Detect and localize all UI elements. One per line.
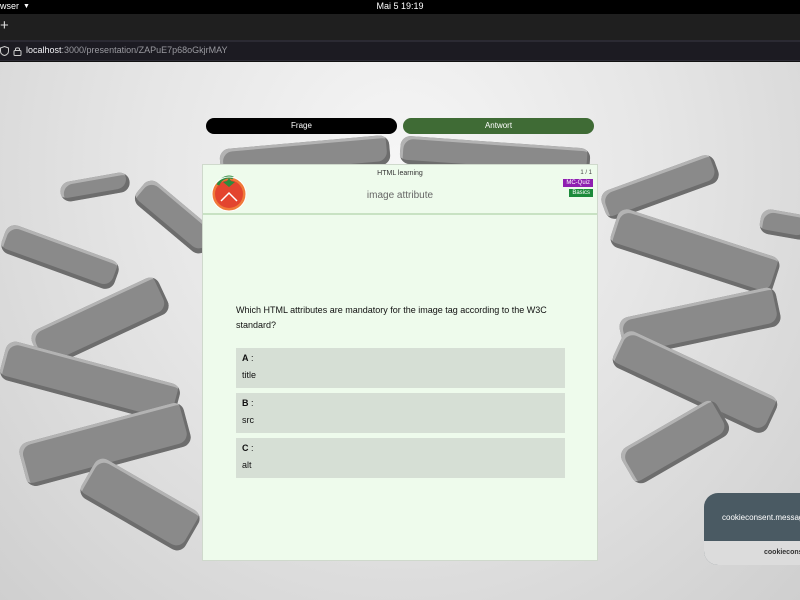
answer-letter: C : (242, 443, 254, 453)
cookie-consent-banner: cookieconsent.message cookieconsent.dism… (704, 493, 800, 565)
question-toggle-button[interactable]: Frage (206, 118, 397, 134)
url-host: localhost (26, 45, 62, 55)
answer-option-b[interactable]: B : src (236, 393, 565, 433)
question-text: Which HTML attributes are mandatory for … (236, 305, 547, 330)
new-tab-icon[interactable]: + (0, 17, 9, 35)
background-decoration (617, 397, 733, 487)
page-viewport: Frage Antwort HTML learning image attrib… (0, 62, 800, 600)
answer-text: src (242, 415, 254, 425)
navigation-bar: localhost:3000/presentation/ZAPuE7p68oGk… (0, 40, 800, 62)
cardset-title: HTML learning (377, 170, 423, 177)
answer-letter: B : (242, 398, 254, 408)
difficulty-badge: Basics (569, 189, 593, 197)
flashcard-header: HTML learning image attribute 1 / 1 MC-Q… (203, 165, 597, 215)
answer-letter: A : (242, 353, 254, 363)
shield-icon[interactable] (0, 46, 9, 56)
url-bar[interactable]: localhost:3000/presentation/ZAPuE7p68oGk… (0, 42, 800, 60)
background-decoration (76, 455, 204, 554)
mc-quiz-badge: MC-Quiz (563, 179, 593, 187)
background-decoration (598, 152, 722, 222)
background-decoration (607, 206, 783, 298)
cookie-dismiss-button[interactable]: cookieconsent.dismiss (704, 541, 800, 565)
cookie-message: cookieconsent.message (722, 513, 800, 522)
clock[interactable]: Mai 5 19:19 (0, 1, 800, 11)
flashcard: HTML learning image attribute 1 / 1 MC-Q… (202, 164, 598, 561)
answer-option-c[interactable]: C : alt (236, 438, 565, 478)
url-path: :3000/presentation/ZAPuE7p68oGkjrMAY (61, 45, 228, 55)
lock-icon[interactable] (13, 46, 22, 56)
card-title: image attribute (366, 190, 434, 201)
tab-strip: + (0, 14, 800, 40)
background-decoration (0, 222, 122, 292)
url-text: localhost:3000/presentation/ZAPuE7p68oGk… (26, 45, 227, 55)
answer-text: title (242, 370, 257, 380)
background-decoration (58, 171, 132, 203)
answer-text: alt (242, 460, 252, 470)
system-top-bar: wser ▼ Mai 5 19:19 (0, 0, 800, 14)
background-decoration (758, 207, 800, 242)
answer-toggle-button[interactable]: Antwort (403, 118, 594, 134)
card-counter: 1 / 1 (580, 170, 592, 176)
answer-option-a[interactable]: A : title (236, 348, 565, 388)
